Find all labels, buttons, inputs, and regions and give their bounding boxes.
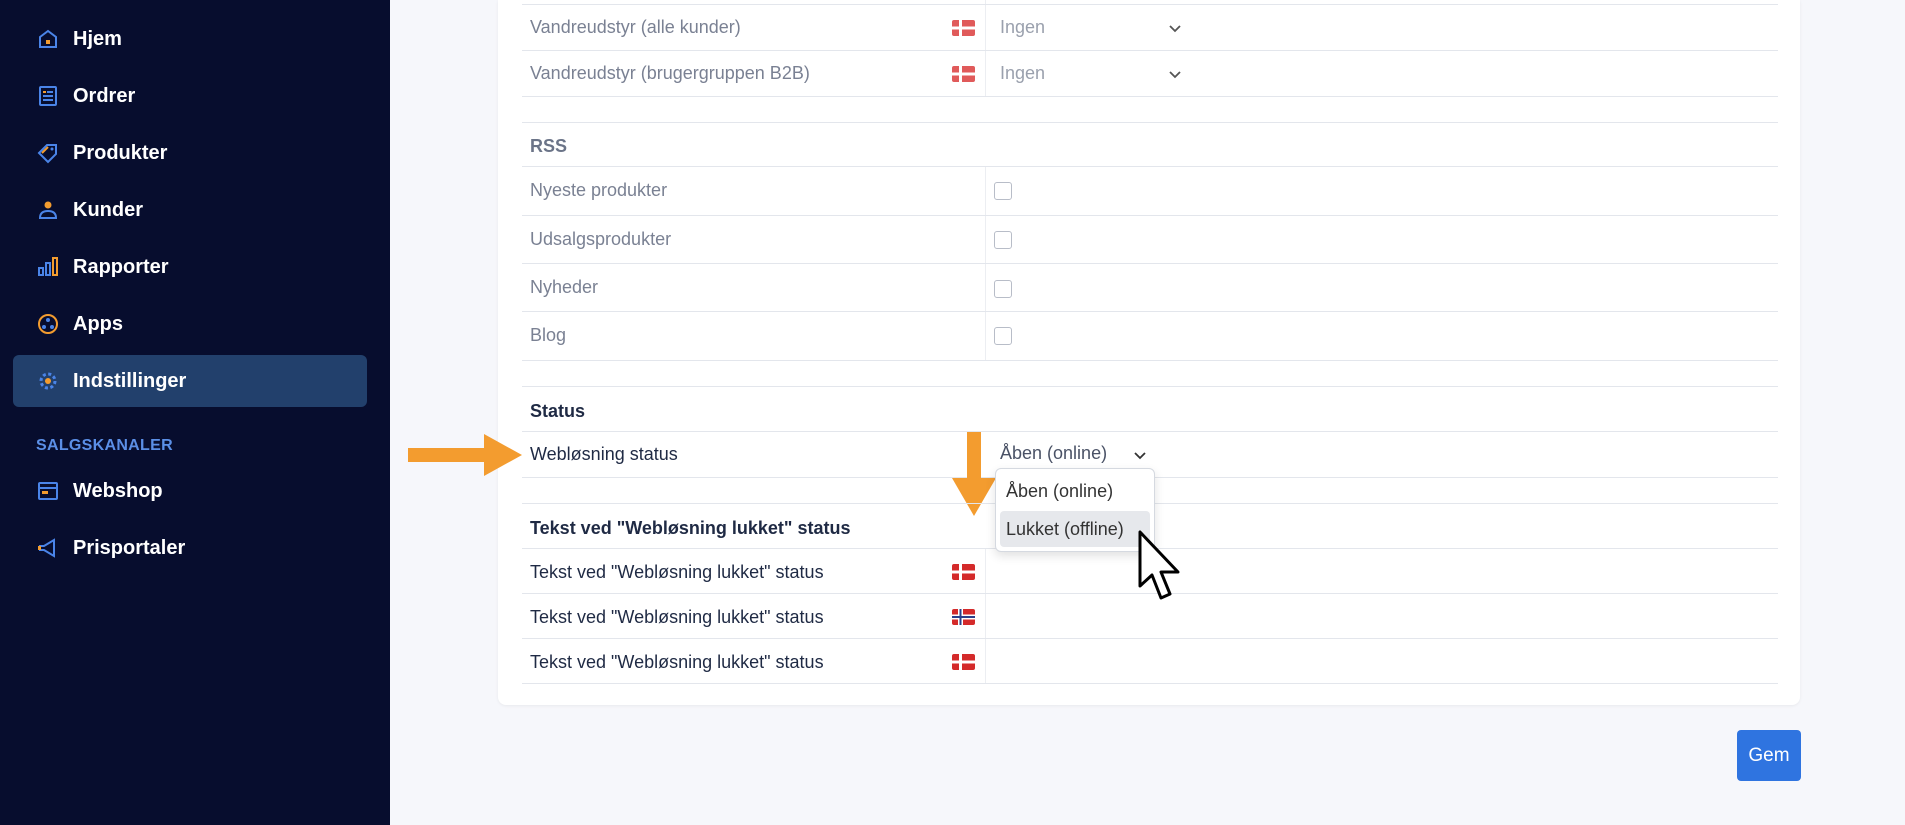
status-option-open[interactable]: Åben (online) bbox=[1000, 473, 1150, 509]
row-divider bbox=[522, 311, 1778, 312]
shipping-select[interactable]: Ingen bbox=[1000, 17, 1045, 38]
apps-icon bbox=[35, 311, 61, 337]
chevron-down-icon[interactable] bbox=[1167, 20, 1183, 36]
sidebar-item-settings[interactable]: Indstillinger bbox=[13, 355, 367, 407]
sales-channels-label: SALGSKANALER bbox=[36, 437, 173, 454]
closed-text-input-da-2[interactable] bbox=[995, 641, 1775, 681]
sidebar-item-label: Indstillinger bbox=[73, 369, 187, 392]
rss-news-checkbox[interactable] bbox=[994, 280, 1012, 298]
rss-sale-products-checkbox[interactable] bbox=[994, 231, 1012, 249]
sidebar-item-label: Kunder bbox=[73, 198, 143, 221]
sidebar-item-orders[interactable]: Ordrer bbox=[13, 70, 367, 122]
sidebar-item-price-portals[interactable]: Prisportaler bbox=[13, 522, 367, 574]
sidebar-item-apps[interactable]: Apps bbox=[13, 298, 367, 350]
sidebar-item-customers[interactable]: Kunder bbox=[13, 184, 367, 236]
shipping-row-label: Vandreudstyr (alle kunder) bbox=[530, 17, 741, 37]
orange-arrow-right-icon bbox=[408, 434, 522, 476]
row-divider bbox=[522, 50, 1778, 51]
column-divider bbox=[985, 0, 986, 97]
user-icon bbox=[35, 197, 61, 223]
tag-icon bbox=[35, 140, 61, 166]
rss-row-label: Udsalgsprodukter bbox=[530, 229, 672, 249]
row-divider bbox=[522, 215, 1778, 216]
status-section-title: Status bbox=[530, 401, 586, 421]
flag-no-icon bbox=[952, 609, 975, 625]
sidebar-item-label: Ordrer bbox=[73, 84, 136, 107]
mouse-cursor-icon bbox=[1138, 530, 1180, 600]
sidebar-item-label: Rapporter bbox=[73, 255, 169, 278]
closed-text-input-no[interactable] bbox=[995, 596, 1775, 636]
rss-blog-checkbox[interactable] bbox=[994, 327, 1012, 345]
status-select[interactable]: Åben (online) bbox=[1000, 443, 1107, 464]
sidebar-item-products[interactable]: Produkter bbox=[13, 127, 367, 179]
row-divider bbox=[522, 122, 1778, 123]
chevron-down-icon[interactable] bbox=[1167, 66, 1183, 82]
row-divider bbox=[522, 386, 1778, 387]
gear-icon bbox=[35, 368, 61, 394]
row-divider bbox=[522, 360, 1778, 361]
rss-row-label: Blog bbox=[530, 325, 567, 345]
closed-text-row-label: Tekst ved "Webløsning lukket" status bbox=[530, 562, 824, 582]
row-divider bbox=[522, 4, 1778, 5]
rss-row-label: Nyeste produkter bbox=[530, 180, 668, 200]
shipping-row-label: Vandreudstyr (brugergruppen B2B) bbox=[530, 63, 810, 83]
closed-text-row-label: Tekst ved "Webløsning lukket" status bbox=[530, 607, 824, 627]
flag-dk-icon bbox=[952, 654, 975, 670]
chevron-down-icon[interactable] bbox=[1132, 447, 1148, 463]
sidebar-item-label: Prisportaler bbox=[73, 536, 186, 559]
home-icon bbox=[35, 26, 61, 52]
sidebar-item-label: Produkter bbox=[73, 141, 168, 164]
sidebar-item-label: Webshop bbox=[73, 479, 163, 502]
megaphone-icon bbox=[35, 535, 61, 561]
sidebar-item-label: Apps bbox=[73, 312, 123, 335]
status-option-closed[interactable]: Lukket (offline) bbox=[1000, 511, 1150, 547]
flag-dk-icon bbox=[952, 66, 975, 82]
orders-icon bbox=[35, 83, 61, 109]
row-divider bbox=[522, 166, 1778, 167]
rss-row-label: Nyheder bbox=[530, 277, 599, 297]
sidebar-item-label: Hjem bbox=[73, 27, 122, 50]
status-dropdown-menu: Åben (online) Lukket (offline) bbox=[995, 468, 1155, 552]
store-icon bbox=[35, 478, 61, 504]
rss-section-title: RSS bbox=[530, 136, 568, 156]
column-divider bbox=[985, 167, 986, 361]
sidebar: Hjem Ordrer Produkter Kunder Rapporter A… bbox=[0, 0, 390, 825]
row-divider bbox=[522, 431, 1778, 432]
closed-text-input-da[interactable] bbox=[995, 551, 1775, 591]
shipping-select[interactable]: Ingen bbox=[1000, 63, 1045, 84]
rss-newest-products-checkbox[interactable] bbox=[994, 182, 1012, 200]
sidebar-item-reports[interactable]: Rapporter bbox=[13, 241, 367, 293]
save-button[interactable]: Gem bbox=[1737, 730, 1801, 781]
bar-chart-icon bbox=[35, 254, 61, 280]
row-divider bbox=[522, 638, 1778, 639]
closed-text-section-title: Tekst ved "Webløsning lukket" status bbox=[530, 518, 851, 538]
status-row-label: Webløsning status bbox=[530, 444, 678, 464]
row-divider bbox=[522, 683, 1778, 684]
sidebar-item-webshop[interactable]: Webshop bbox=[13, 465, 367, 517]
flag-dk-icon bbox=[952, 564, 975, 580]
row-divider bbox=[522, 96, 1778, 97]
row-divider bbox=[522, 263, 1778, 264]
column-divider bbox=[985, 549, 986, 684]
flag-dk-icon bbox=[952, 20, 975, 36]
closed-text-row-label: Tekst ved "Webløsning lukket" status bbox=[530, 652, 824, 672]
sidebar-item-home[interactable]: Hjem bbox=[13, 13, 367, 65]
